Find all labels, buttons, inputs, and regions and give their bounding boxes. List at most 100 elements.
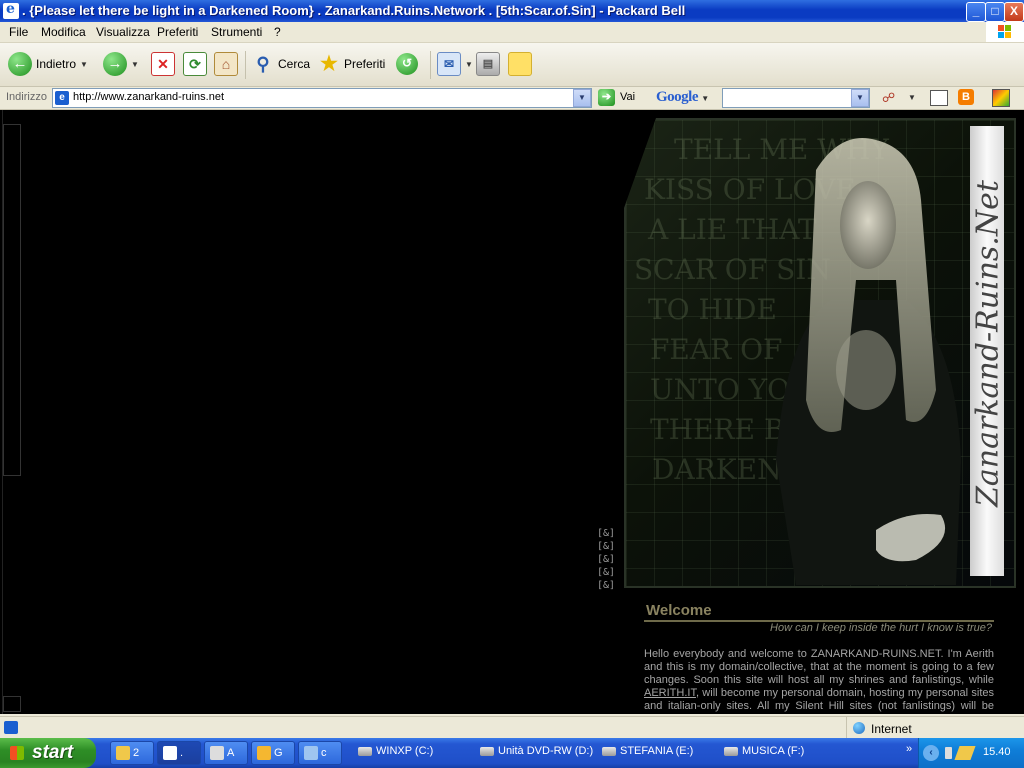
title-bar: . {Please let there be light in a Darken… <box>0 0 1024 22</box>
task-window[interactable]: c <box>298 741 342 765</box>
address-url[interactable]: http://www.zanarkand-ruins.net <box>73 91 224 103</box>
menu-file[interactable]: File <box>9 25 28 39</box>
start-button[interactable]: start <box>0 738 96 768</box>
back-arrow-icon: ← <box>8 52 32 76</box>
page-viewport[interactable]: [&] [&] [&] [&] [&] TELL ME WHY KISS OF … <box>0 110 1024 714</box>
menu-tools[interactable]: Strumenti <box>211 25 262 39</box>
image-icon[interactable] <box>992 89 1010 107</box>
address-dropdown-icon[interactable]: ▼ <box>573 89 591 107</box>
nav-link[interactable]: [&] <box>597 540 615 553</box>
ie-icon[interactable] <box>3 1 19 19</box>
zone-label: Internet <box>871 722 912 736</box>
go-arrow-icon[interactable]: ➔ <box>598 89 615 106</box>
menu-help[interactable]: ? <box>274 25 281 39</box>
favorites-button[interactable]: ★ Preferiti <box>318 49 385 79</box>
system-tray: ‹ 15.40 <box>918 738 1024 768</box>
aerith-link[interactable]: AERITH.IT <box>644 687 696 699</box>
back-label: Indietro <box>36 57 77 71</box>
task-messenger[interactable]: G <box>251 741 295 765</box>
windows-logo-icon <box>986 22 1024 42</box>
printer-icon: ▤ <box>476 52 500 76</box>
drive-e[interactable]: STEFANIA (E:) <box>602 745 693 757</box>
left-frame-scroll-bottom[interactable] <box>3 696 21 712</box>
layout-panel: TELL ME WHY KISS OF LOVE A LIE THAT SCAR… <box>624 118 1016 714</box>
drive-d[interactable]: Unità DVD-RW (D:) <box>480 745 593 757</box>
task-editor[interactable]: A <box>204 741 248 765</box>
window-icon <box>304 746 318 760</box>
left-frame-scrollbar[interactable] <box>2 110 21 714</box>
windows-icon[interactable] <box>930 90 948 106</box>
globe-icon <box>853 722 865 734</box>
battery-icon[interactable] <box>945 747 952 759</box>
status-bar: Internet <box>0 716 1024 739</box>
google-logo[interactable]: Google ▼ <box>656 89 709 106</box>
nav-link[interactable]: [&] <box>597 566 615 579</box>
address-input[interactable]: e http://www.zanarkand-ruins.net ▼ <box>52 88 592 108</box>
portrait-figure <box>776 138 961 585</box>
tray-expand-icon[interactable]: ‹ <box>923 745 939 761</box>
task-browser[interactable]: . <box>157 741 201 765</box>
mail-button[interactable]: ✉ ▼ <box>437 49 473 79</box>
home-button[interactable]: ⌂ <box>214 49 238 79</box>
toolbar: ← Indietro ▼ → ▼ ✕ ⟳ ⌂ ⚲ Cerca ★ Preferi… <box>0 43 1024 87</box>
google-search-dropdown-icon[interactable]: ▼ <box>851 89 869 107</box>
security-zone: Internet <box>846 717 1023 739</box>
back-button[interactable]: ← Indietro ▼ <box>8 49 88 79</box>
pen-icon <box>210 746 224 760</box>
refresh-icon: ⟳ <box>183 52 207 76</box>
star-icon: ★ <box>320 53 338 75</box>
taskbar: start 2 . A G c WINXP (C:) Unità DVD-RW … <box>0 738 1024 768</box>
tagline: How can I keep inside the hurt I know is… <box>770 622 992 634</box>
page-status-icon <box>4 721 18 734</box>
print-button[interactable]: ▤ <box>476 49 500 79</box>
favorites-label: Preferiti <box>344 57 386 71</box>
maximize-button[interactable]: □ <box>985 2 1005 22</box>
forward-button[interactable]: → ▼ <box>103 49 139 79</box>
google-dropdown-icon[interactable]: ▼ <box>701 94 709 103</box>
folder-icon <box>116 746 130 760</box>
go-button[interactable]: Vai <box>620 91 635 103</box>
note-icon <box>508 52 532 76</box>
close-button[interactable]: X <box>1004 2 1024 22</box>
left-frame-scroll-thumb[interactable] <box>3 124 21 476</box>
drive-f[interactable]: MUSICA (F:) <box>724 745 804 757</box>
ie-task-icon <box>163 746 177 760</box>
mail-dropdown-icon[interactable]: ▼ <box>465 60 473 69</box>
mail-icon: ✉ <box>437 52 461 76</box>
refresh-button[interactable]: ⟳ <box>183 49 207 79</box>
clock[interactable]: 15.40 <box>983 746 1011 758</box>
google-search-input[interactable]: ▼ <box>722 88 870 108</box>
pencil-tray-icon[interactable] <box>954 746 976 760</box>
menu-edit[interactable]: Modifica <box>41 25 86 39</box>
forward-dropdown-icon[interactable]: ▼ <box>131 60 139 69</box>
stop-icon: ✕ <box>151 52 175 76</box>
welcome-text: Hello everybody and welcome to ZANARKAND… <box>644 648 994 714</box>
back-dropdown-icon[interactable]: ▼ <box>80 60 88 69</box>
page-icon: e <box>55 91 69 105</box>
menu-favorites[interactable]: Preferiti <box>157 25 198 39</box>
nav-link[interactable]: [&] <box>597 579 615 592</box>
history-icon: ↺ <box>396 53 418 75</box>
address-label: Indirizzo <box>6 91 47 103</box>
binoculars-dropdown-icon[interactable]: ▼ <box>908 93 916 102</box>
google-label: Google <box>656 89 699 105</box>
site-logo: Zanarkand-Ruins.Net <box>970 180 1006 507</box>
search-button[interactable]: ⚲ Cerca <box>252 49 310 79</box>
stop-button[interactable]: ✕ <box>151 49 175 79</box>
home-icon: ⌂ <box>214 52 238 76</box>
menu-view[interactable]: Visualizza <box>96 25 150 39</box>
task-folders[interactable]: 2 <box>110 741 154 765</box>
blogger-icon[interactable]: B <box>958 89 974 105</box>
search-label: Cerca <box>278 57 311 71</box>
welcome-heading: Welcome <box>646 602 712 619</box>
binoculars-icon[interactable]: ☍ <box>882 90 900 106</box>
nav-link[interactable]: [&] <box>597 527 615 540</box>
nav-link[interactable]: [&] <box>597 553 615 566</box>
search-icon: ⚲ <box>256 54 270 74</box>
minimize-button[interactable]: _ <box>966 2 986 22</box>
menu-bar: File Modifica Visualizza Preferiti Strum… <box>0 22 1024 43</box>
history-button[interactable]: ↺ <box>396 49 418 79</box>
notes-button[interactable] <box>508 49 532 79</box>
taskbar-overflow-icon[interactable]: » <box>906 743 912 755</box>
drive-c[interactable]: WINXP (C:) <box>358 745 433 757</box>
